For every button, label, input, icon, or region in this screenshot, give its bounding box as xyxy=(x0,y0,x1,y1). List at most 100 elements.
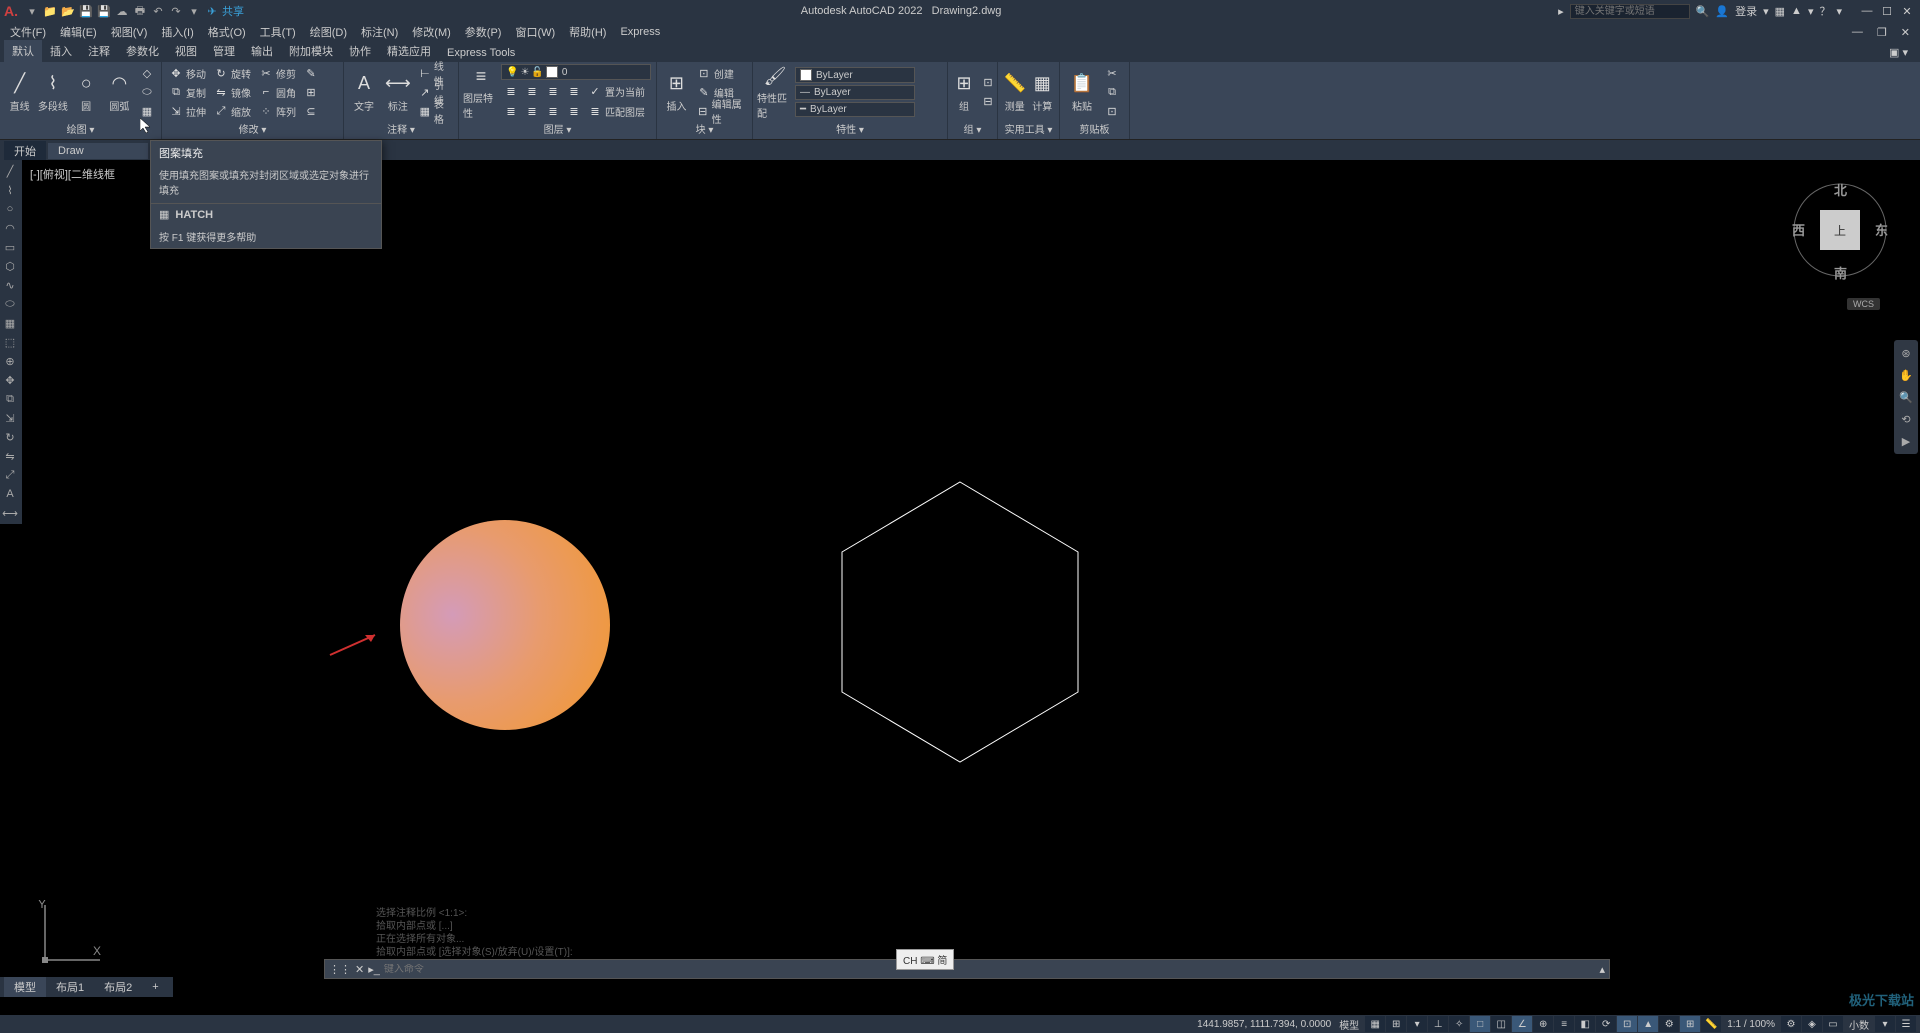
calc-button[interactable]: ▦计算 xyxy=(1030,64,1056,120)
tool-pline-icon[interactable]: ⌇ xyxy=(0,181,20,199)
clip-btn3[interactable]: ⊡ xyxy=(1102,102,1122,120)
lineweight-dropdown[interactable]: —ByLayer xyxy=(795,85,915,100)
rotate-button[interactable]: ↻旋转 xyxy=(211,64,254,82)
stretch-button[interactable]: ⇲拉伸 xyxy=(166,102,209,120)
drawing-hexagon[interactable] xyxy=(835,480,1085,770)
ribbon-tab-9[interactable]: 精选应用 xyxy=(379,40,439,62)
ribbon-tab-6[interactable]: 输出 xyxy=(243,40,281,62)
color-dropdown[interactable]: ByLayer xyxy=(795,67,915,83)
qat-new-icon[interactable]: ▾ xyxy=(24,3,40,19)
menu-item-5[interactable]: 工具(T) xyxy=(254,22,302,42)
arc-button[interactable]: ◠圆弧 xyxy=(104,64,135,120)
status-grid-icon[interactable]: ▦ xyxy=(1365,1016,1385,1032)
menu-item-9[interactable]: 参数(P) xyxy=(459,22,508,42)
layer-btn1[interactable]: ≣ xyxy=(501,82,521,100)
menu-item-6[interactable]: 绘图(D) xyxy=(304,22,353,42)
layer-btn5[interactable]: ≣ xyxy=(501,102,521,120)
status-cycle-icon[interactable]: ⟳ xyxy=(1596,1016,1616,1032)
layer-btn7[interactable]: ≣ xyxy=(543,102,563,120)
tab-start[interactable]: 开始 xyxy=(4,141,46,161)
block-panel-title[interactable]: 块 ▾ xyxy=(661,120,748,137)
status-custom-icon[interactable]: ▾ xyxy=(1875,1016,1895,1032)
tool-region-icon[interactable]: ⬚ xyxy=(0,333,20,351)
status-ws-icon[interactable]: ⚙ xyxy=(1659,1016,1679,1032)
drawing-circle[interactable] xyxy=(400,520,610,730)
search-icon[interactable]: 🔍 xyxy=(1696,5,1710,18)
polygon-button[interactable]: ◇ xyxy=(137,64,157,82)
trim-button[interactable]: ✂修剪 xyxy=(256,64,299,82)
fillet-button[interactable]: ⌐圆角 xyxy=(256,83,299,101)
ellipse-button[interactable]: ⬭ xyxy=(137,83,157,101)
group-btn1[interactable]: ⊡ xyxy=(978,74,998,92)
layer-btn8[interactable]: ≣ xyxy=(564,102,584,120)
copy-button[interactable]: ⧉复制 xyxy=(166,83,209,101)
cut-button[interactable]: ✂ xyxy=(1102,64,1122,82)
status-snap-icon[interactable]: ⊞ xyxy=(1386,1016,1406,1032)
tool-rotate-icon[interactable]: ↻ xyxy=(0,428,20,446)
menu-item-0[interactable]: 文件(F) xyxy=(4,22,52,42)
modify-panel-title[interactable]: 修改 ▾ xyxy=(166,120,339,137)
menu-item-11[interactable]: 帮助(H) xyxy=(563,22,612,42)
layer-setcur-button[interactable]: ✓置为当前 xyxy=(585,82,648,100)
ribbon-tab-8[interactable]: 协作 xyxy=(341,40,379,62)
status-dyn-icon[interactable]: ⊕ xyxy=(1533,1016,1553,1032)
doc-minimize-icon[interactable]: — xyxy=(1846,24,1869,41)
measure-button[interactable]: 📏测量 xyxy=(1002,64,1028,120)
layer-match-button[interactable]: ≣匹配图层 xyxy=(585,102,648,120)
qat-folder-icon[interactable]: 📂 xyxy=(60,3,76,19)
search-chevron-icon[interactable]: ▸ xyxy=(1558,5,1564,18)
polyline-button[interactable]: ⌇多段线 xyxy=(37,64,68,120)
copy-clip-button[interactable]: ⧉ xyxy=(1102,83,1122,101)
layout-2[interactable]: 布局2 xyxy=(94,977,142,997)
nav-pan-icon[interactable]: ✋ xyxy=(1897,366,1915,384)
ribbon-tab-10[interactable]: Express Tools xyxy=(439,44,523,62)
status-otrack-icon[interactable]: ∠ xyxy=(1512,1016,1532,1032)
share-icon[interactable]: ✈ xyxy=(204,3,220,19)
status-clean-icon[interactable]: ▭ xyxy=(1823,1016,1843,1032)
status-qp-icon[interactable]: ⊞ xyxy=(1680,1016,1700,1032)
status-menu-icon[interactable]: ☰ xyxy=(1896,1016,1916,1032)
menu-item-12[interactable]: Express xyxy=(614,24,666,40)
user-icon[interactable]: 👤 xyxy=(1715,5,1729,18)
tool-stretch-icon[interactable]: ⇲ xyxy=(0,409,20,427)
tool-scale-icon[interactable]: ⤢ xyxy=(0,466,20,484)
status-iso-icon[interactable]: ◈ xyxy=(1802,1016,1822,1032)
cmdline-close-icon[interactable]: ✕ xyxy=(355,963,364,976)
cmdline-input[interactable] xyxy=(384,964,1596,975)
nav-zoom-icon[interactable]: 🔍 xyxy=(1897,388,1915,406)
command-line[interactable]: ⋮⋮ ✕ ▸_ ▴ xyxy=(324,959,1610,979)
ribbon-expand-icon[interactable]: ▣ ▾ xyxy=(1881,43,1916,62)
tool-polygon-icon[interactable]: ⬡ xyxy=(0,257,20,275)
tool-hatch2-icon[interactable]: ▦ xyxy=(0,314,20,332)
viewcube-west[interactable]: 西 xyxy=(1792,220,1805,239)
tool-spline-icon[interactable]: ∿ xyxy=(0,276,20,294)
group-panel-title[interactable]: 组 ▾ xyxy=(952,120,993,137)
doc-restore-icon[interactable]: ❐ xyxy=(1871,24,1893,41)
status-3dosnap-icon[interactable]: ◫ xyxy=(1491,1016,1511,1032)
clip-panel-title[interactable]: 剪贴板 xyxy=(1064,120,1125,137)
insert-button[interactable]: ⊞插入 xyxy=(661,64,692,120)
app-switcher-icon[interactable]: ▦ xyxy=(1775,5,1785,18)
status-dec[interactable]: 小数 xyxy=(1849,1017,1869,1032)
status-transp-icon[interactable]: ◧ xyxy=(1575,1016,1595,1032)
ribbon-tab-7[interactable]: 附加模块 xyxy=(281,40,341,62)
group-button[interactable]: ⊞组 xyxy=(952,64,976,120)
tool-ellipse-icon[interactable]: ⬭ xyxy=(0,295,20,313)
doc-close-icon[interactable]: ✕ xyxy=(1895,24,1916,41)
tool-copy-icon[interactable]: ⧉ xyxy=(0,390,20,408)
login-dropdown-icon[interactable]: ▾ xyxy=(1763,5,1769,18)
ucs-icon[interactable]: Y X xyxy=(35,900,105,970)
status-polar-icon[interactable]: ✧ xyxy=(1449,1016,1469,1032)
status-scale[interactable]: 1:1 / 100% xyxy=(1727,1019,1775,1030)
layout-add[interactable]: + xyxy=(142,979,168,995)
search-input[interactable] xyxy=(1570,4,1690,19)
nav-showmotion-icon[interactable]: ▶ xyxy=(1897,432,1915,450)
viewcube-south[interactable]: 南 xyxy=(1834,263,1847,282)
login-label[interactable]: 登录 xyxy=(1735,3,1757,19)
status-units-icon[interactable]: 📏 xyxy=(1701,1016,1721,1032)
menu-item-3[interactable]: 插入(I) xyxy=(155,22,199,42)
table-button[interactable]: ▦表格 xyxy=(416,102,454,120)
dropdown-icon[interactable]: ▾ xyxy=(1808,5,1814,18)
paste-button[interactable]: 📋粘贴 xyxy=(1064,64,1100,120)
match-button[interactable]: 🖌特性匹配 xyxy=(757,64,793,120)
